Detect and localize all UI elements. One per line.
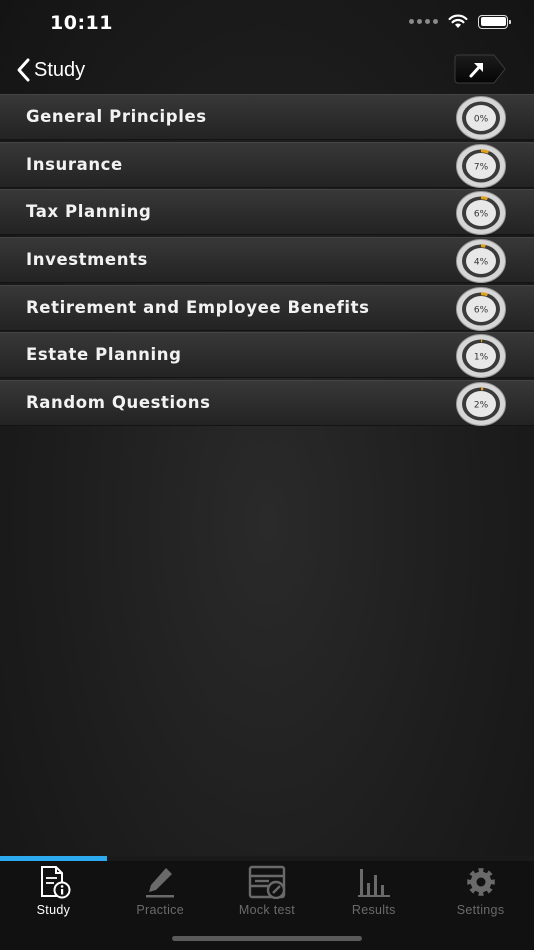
tab-label: Results	[351, 903, 396, 917]
battery-icon	[478, 14, 511, 29]
cellular-signal-icon	[409, 19, 438, 24]
topic-row[interactable]: Investments 4%	[0, 237, 534, 284]
progress-ring-icon: 7%	[456, 143, 506, 188]
pencil-icon	[146, 868, 175, 898]
topic-row[interactable]: Retirement and Employee Benefits 6%	[0, 284, 534, 331]
topic-row[interactable]: Random Questions 2%	[0, 380, 534, 427]
back-button[interactable]: Study	[14, 56, 85, 84]
chevron-left-icon	[17, 58, 30, 82]
topic-row[interactable]: General Principles 0%	[0, 94, 534, 140]
progress-ring-icon: 1%	[456, 334, 506, 379]
topic-row[interactable]: Tax Planning 6%	[0, 189, 534, 236]
topic-row[interactable]: Estate Planning 1%	[0, 332, 534, 379]
progress-ring-icon: 0%	[456, 96, 506, 140]
progress-percent: 1%	[474, 353, 489, 363]
topic-label: Retirement and Employee Benefits	[26, 297, 370, 317]
progress-percent: 0%	[474, 115, 489, 125]
tab-results[interactable]: Results	[320, 861, 427, 921]
home-indicator	[172, 936, 362, 941]
progress-percent: 7%	[474, 162, 489, 172]
tab-label: Settings	[456, 903, 505, 917]
progress-ring-icon: 4%	[456, 239, 506, 284]
progress-ring-icon: 6%	[456, 191, 506, 236]
progress-percent: 6%	[474, 210, 489, 220]
status-indicators	[409, 14, 511, 29]
tab-label: Mock test	[238, 903, 296, 917]
mock-test-icon	[248, 865, 286, 899]
tab-label: Study	[36, 903, 71, 917]
topic-label: Random Questions	[26, 393, 211, 413]
wifi-icon	[448, 14, 468, 28]
tab-study[interactable]: Study	[0, 861, 107, 921]
tab-mock-test[interactable]: Mock test	[214, 861, 321, 921]
progress-arc	[480, 196, 488, 201]
topic-label: Investments	[26, 250, 148, 270]
progress-ring-icon: 2%	[456, 382, 506, 427]
progress-ring-icon: 6%	[456, 286, 506, 331]
status-bar: 10:11	[0, 0, 534, 48]
progress-percent: 6%	[474, 305, 489, 315]
progress-percent: 4%	[474, 258, 489, 268]
study-document-icon	[41, 866, 71, 899]
navigation-bar: Study	[0, 48, 534, 94]
tab-settings[interactable]: Settings	[427, 861, 534, 921]
share-button-shape	[454, 54, 506, 84]
progress-arc	[480, 148, 490, 154]
topic-list: General Principles 0% Insurance 7% Tax Plann…	[0, 94, 534, 428]
progress-arc	[480, 292, 488, 297]
topic-label: General Principles	[26, 107, 207, 126]
status-time: 10:11	[50, 12, 113, 34]
tab-label: Practice	[136, 903, 184, 917]
topic-row[interactable]: Insurance 7%	[0, 141, 534, 188]
tab-practice[interactable]: Practice	[107, 861, 214, 921]
share-button[interactable]	[454, 54, 506, 84]
topic-label: Insurance	[26, 154, 123, 174]
gear-icon	[466, 868, 495, 896]
back-label: Study	[34, 58, 86, 81]
bar-chart-icon	[357, 869, 390, 897]
topic-label: Tax Planning	[26, 202, 152, 222]
progress-percent: 2%	[474, 401, 489, 411]
topic-label: Estate Planning	[26, 345, 182, 365]
